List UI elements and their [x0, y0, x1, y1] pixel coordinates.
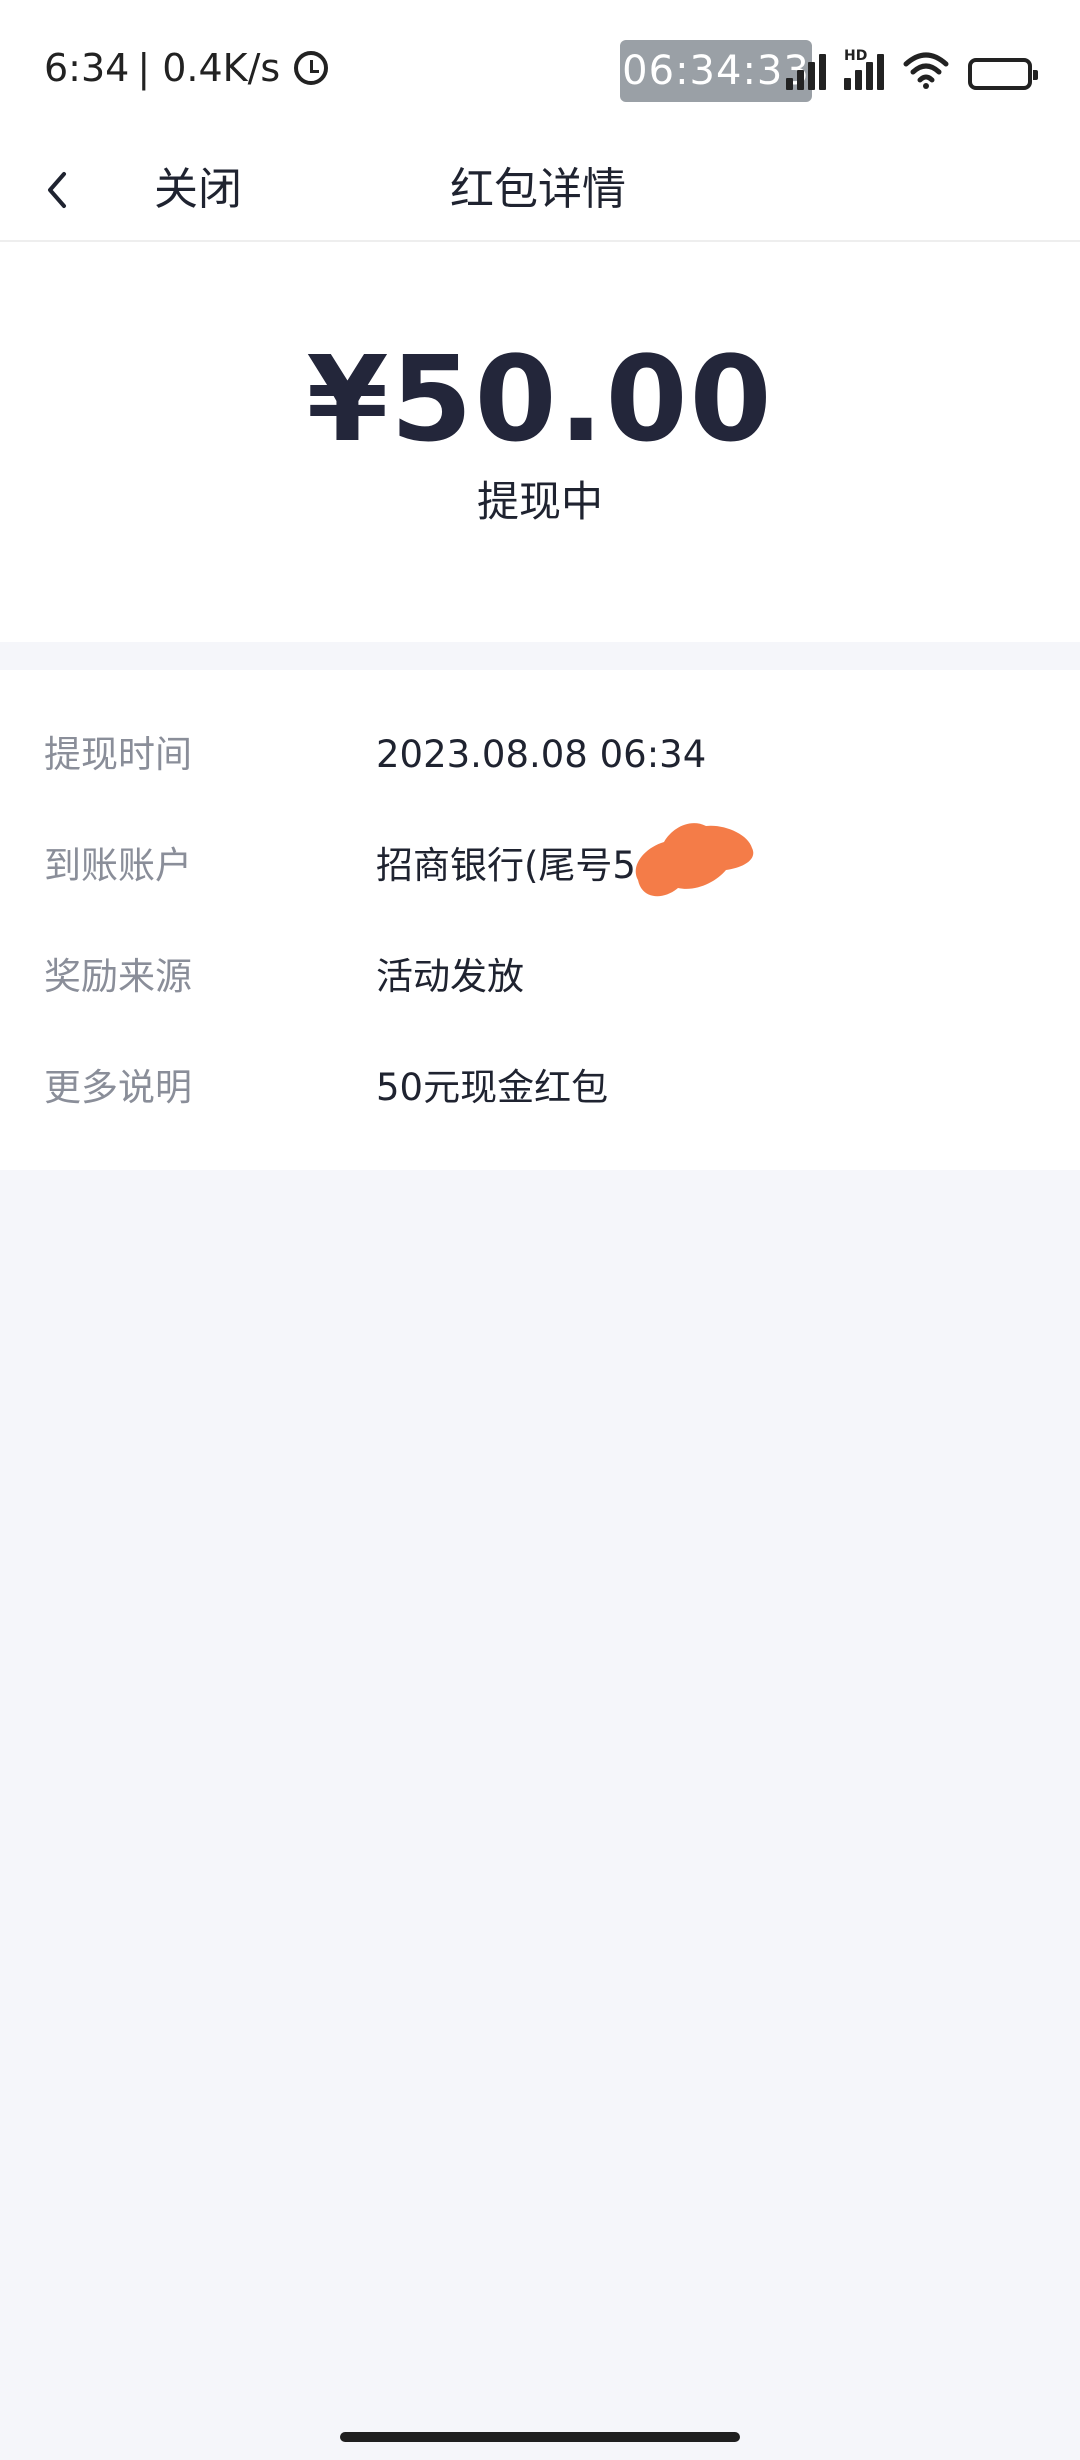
- page-title: 红包详情: [450, 164, 626, 215]
- alarm-icon: [294, 51, 329, 85]
- detail-value: 50元现金红包: [376, 1066, 609, 1109]
- detail-row-account: 到账账户 招商银行(尾号5: [0, 836, 1080, 896]
- detail-row-withdraw-time: 提现时间 2023.08.08 06:34: [0, 725, 1080, 785]
- amount-card: ¥50.00 提现中: [0, 242, 1080, 642]
- wifi-icon: [903, 52, 949, 89]
- detail-row-more-info: 更多说明 50元现金红包: [0, 1058, 1080, 1118]
- overlay-clock: 06:34:33: [620, 40, 812, 102]
- detail-label: 奖励来源: [44, 955, 192, 998]
- detail-label: 到账账户: [44, 844, 192, 887]
- detail-value: 活动发放: [376, 955, 524, 998]
- status-time: 6:34: [44, 46, 130, 90]
- detail-label: 更多说明: [44, 1066, 192, 1109]
- detail-card: 提现时间 2023.08.08 06:34 到账账户 招商银行(尾号5 奖励来源…: [0, 670, 1080, 1170]
- signal-icon-hd: HD: [844, 48, 884, 90]
- battery-icon: [968, 58, 1038, 90]
- status-bar: 6:34 | 0.4K/s 06:34:33 HD: [0, 0, 1080, 140]
- network-tag: HD: [844, 48, 868, 64]
- withdraw-status: 提现中: [476, 477, 603, 526]
- chevron-left-icon[interactable]: [38, 170, 78, 210]
- signal-icon: [786, 54, 826, 90]
- detail-value: 2023.08.08 06:34: [376, 733, 707, 776]
- status-left: 6:34 | 0.4K/s: [44, 44, 329, 92]
- nav-bar: 关闭 红包详情: [0, 140, 1080, 242]
- home-indicator[interactable]: [340, 2432, 740, 2442]
- detail-label: 提现时间: [44, 733, 192, 776]
- status-net-speed: | 0.4K/s: [137, 46, 281, 90]
- detail-row-reward-source: 奖励来源 活动发放: [0, 947, 1080, 1007]
- detail-value: 招商银行(尾号5: [376, 844, 636, 887]
- close-button[interactable]: 关闭: [154, 162, 242, 218]
- status-right: HD: [786, 46, 1038, 90]
- amount-value: ¥50.00: [306, 330, 774, 468]
- redaction-mark: [635, 823, 754, 897]
